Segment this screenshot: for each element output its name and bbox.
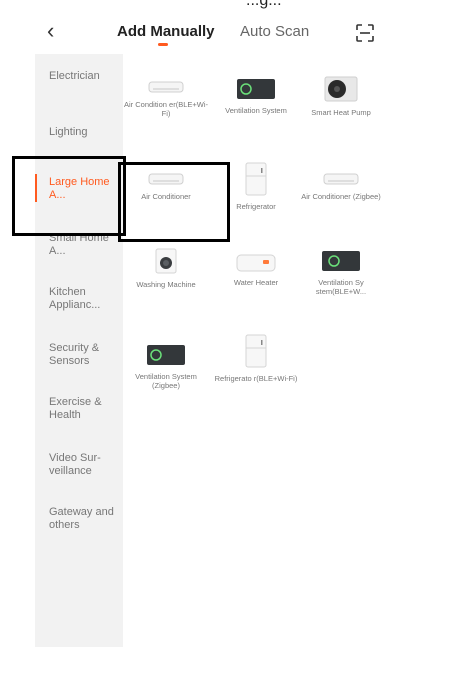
highlight-box-product bbox=[118, 162, 230, 242]
sidebar-item-exercise-health[interactable]: Exercise & Health bbox=[49, 396, 121, 422]
scan-icon[interactable] bbox=[356, 24, 374, 42]
header-bar: ‹ Add Manually Auto Scan bbox=[35, 14, 390, 54]
water-heater-icon bbox=[236, 254, 276, 272]
product-label: Ventilation System bbox=[225, 106, 287, 115]
product-label: Washing Machine bbox=[136, 280, 196, 289]
tab-add-manually[interactable]: Add Manually bbox=[117, 23, 215, 40]
product-ventilation-system[interactable]: Ventilation System bbox=[213, 78, 299, 115]
product-label: Smart Heat Pump bbox=[311, 108, 371, 117]
sidebar-item-security-sensors[interactable]: Security & Sensors bbox=[49, 342, 121, 368]
product-water-heater[interactable]: Water Heater bbox=[213, 254, 299, 287]
category-sidebar: Electrician Lighting Large Home A... Sma… bbox=[35, 54, 123, 647]
product-washing-machine[interactable]: Washing Machine bbox=[123, 248, 209, 289]
product-ventilation-system-ble-wifi[interactable]: Ventilation Sy stem(BLE+W... bbox=[298, 250, 384, 296]
product-ventilation-system-zigbee[interactable]: Ventilation System (Zigbee) bbox=[123, 344, 209, 390]
product-label: Air Condition er(BLE+Wi-Fi) bbox=[124, 100, 208, 118]
ventilation-system-icon bbox=[147, 345, 185, 365]
product-label: Ventilation System (Zigbee) bbox=[135, 372, 197, 390]
chevron-left-icon[interactable]: ‹ bbox=[47, 18, 54, 44]
sidebar-item-video-surveillance[interactable]: Video Sur- veillance bbox=[49, 452, 121, 478]
air-conditioner-icon bbox=[323, 173, 359, 185]
tab-auto-scan[interactable]: Auto Scan bbox=[240, 23, 309, 40]
product-refrigerator-ble-wifi[interactable]: Refrigerato r(BLE+Wi-Fi) bbox=[213, 334, 299, 383]
product-label: Water Heater bbox=[233, 278, 279, 287]
sidebar-item-gateway-others[interactable]: Gateway and others bbox=[49, 506, 121, 532]
product-label: Ventilation Sy stem(BLE+W... bbox=[315, 278, 367, 296]
product-label: Air Conditioner (Zigbee) bbox=[301, 192, 381, 201]
sidebar-item-electrician[interactable]: Electrician bbox=[49, 70, 121, 83]
air-conditioner-icon bbox=[148, 81, 184, 93]
refrigerator-icon bbox=[245, 334, 267, 368]
product-air-conditioner-ble-wifi[interactable]: Air Condition er(BLE+Wi-Fi) bbox=[123, 80, 209, 118]
sidebar-item-kitchen-appliances[interactable]: Kitchen Applianc... bbox=[49, 286, 121, 312]
partial-top-text: ...g... bbox=[246, 0, 282, 9]
ventilation-system-icon bbox=[322, 251, 360, 271]
heat-pump-icon bbox=[324, 76, 358, 102]
ventilation-system-icon bbox=[237, 79, 275, 99]
highlight-box-category bbox=[12, 156, 126, 236]
product-label: Refrigerato r(BLE+Wi-Fi) bbox=[214, 374, 298, 383]
washing-machine-icon bbox=[155, 248, 177, 274]
refrigerator-icon bbox=[245, 162, 267, 196]
product-air-conditioner-zigbee[interactable]: Air Conditioner (Zigbee) bbox=[298, 172, 384, 201]
sidebar-item-lighting[interactable]: Lighting bbox=[49, 126, 121, 139]
active-tab-indicator bbox=[158, 43, 168, 46]
product-smart-heat-pump[interactable]: Smart Heat Pump bbox=[298, 76, 384, 117]
